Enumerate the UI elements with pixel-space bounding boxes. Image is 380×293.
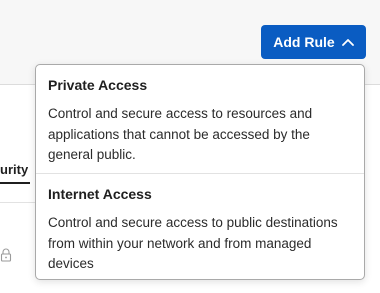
row-divider: [0, 202, 36, 203]
tab-security-label: urity: [0, 162, 28, 177]
active-tab-indicator: [0, 182, 30, 184]
chevron-up-icon: [341, 39, 354, 46]
add-rule-button[interactable]: Add Rule: [261, 25, 366, 59]
add-rule-label: Add Rule: [273, 34, 335, 50]
lock-icon: [0, 248, 12, 262]
menu-item-title: Private Access: [48, 77, 148, 93]
menu-item-internet-access[interactable]: Internet Access Control and secure acces…: [36, 175, 364, 279]
tab-security[interactable]: urity: [0, 162, 28, 177]
menu-item-private-access[interactable]: Private Access Control and secure access…: [36, 65, 364, 174]
menu-item-description: Control and secure access to public dest…: [48, 215, 338, 271]
menu-item-description: Control and secure access to resources a…: [48, 106, 313, 162]
add-rule-dropdown-menu: Private Access Control and secure access…: [35, 64, 365, 280]
menu-item-title: Internet Access: [48, 186, 152, 202]
